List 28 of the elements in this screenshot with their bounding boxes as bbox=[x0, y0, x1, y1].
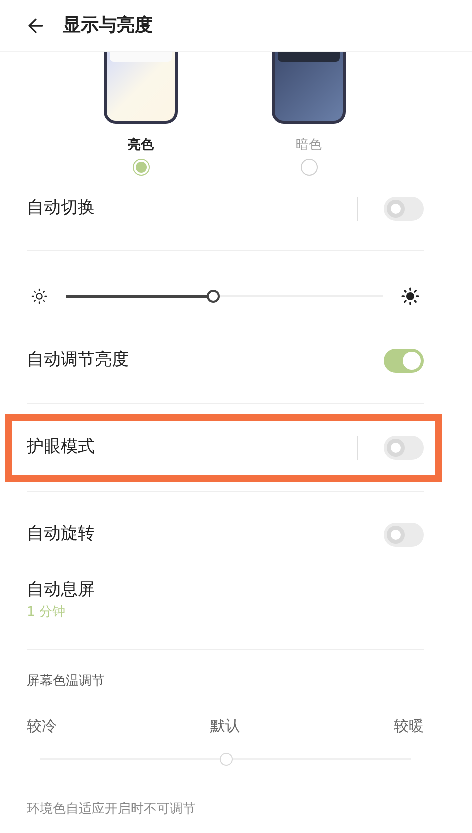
toggle-switch[interactable] bbox=[384, 436, 424, 460]
theme-label: 亮色 bbox=[128, 137, 154, 155]
scale-label: 默认 bbox=[210, 717, 240, 735]
brightness-slider[interactable] bbox=[66, 290, 383, 302]
slider-thumb[interactable] bbox=[207, 290, 220, 302]
theme-label: 暗色 bbox=[296, 137, 322, 155]
high-brightness-icon bbox=[401, 286, 420, 306]
page-title: 显示与亮度 bbox=[63, 14, 153, 38]
setting-label: 自动调节亮度 bbox=[27, 349, 130, 372]
setting-label: 自动息屏 bbox=[27, 579, 95, 602]
footnote: 环境色自适应开启时不可调节 bbox=[27, 802, 197, 818]
vertical-divider bbox=[357, 197, 358, 221]
scale-label: 较暖 bbox=[394, 717, 424, 735]
toggle-switch[interactable] bbox=[384, 349, 424, 373]
theme-preview[interactable] bbox=[104, 52, 178, 124]
setting-label: 护眼模式 bbox=[27, 436, 96, 460]
vertical-divider bbox=[357, 436, 358, 460]
toggle-switch[interactable] bbox=[384, 197, 424, 221]
color-temperature-slider[interactable] bbox=[40, 752, 411, 766]
radio-button[interactable] bbox=[300, 159, 318, 176]
radio-button[interactable] bbox=[132, 159, 150, 176]
low-brightness-icon bbox=[31, 288, 48, 304]
setting-value: 1 分钟 bbox=[27, 605, 66, 621]
setting-label: 自动切换 bbox=[27, 197, 96, 220]
section-title: 屏幕色温调节 bbox=[27, 674, 106, 690]
setting-label: 自动旋转 bbox=[27, 523, 96, 546]
toggle-switch[interactable] bbox=[384, 523, 424, 547]
scale-label: 较冷 bbox=[27, 717, 57, 735]
